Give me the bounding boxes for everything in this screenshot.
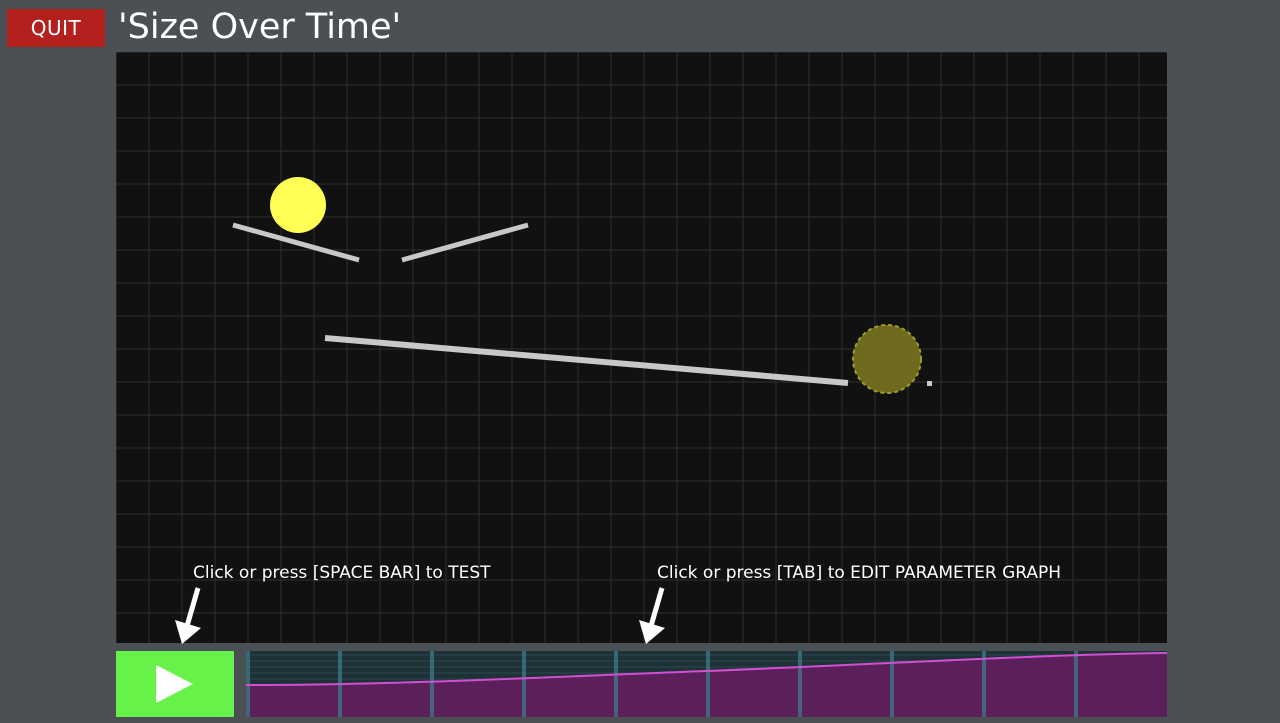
playfield[interactable] (116, 52, 1167, 643)
platform-long-slope (324, 335, 849, 386)
parameter-graph[interactable] (246, 651, 1167, 717)
arrow-down-icon (639, 587, 665, 644)
player-ball (270, 177, 326, 233)
quit-button[interactable]: QUIT (7, 9, 105, 47)
arrow-down-icon (175, 587, 201, 644)
play-icon (156, 665, 193, 703)
level-title: 'Size Over Time' (118, 7, 402, 47)
parameter-graph-canvas (246, 651, 1167, 717)
playfield-canvas (116, 52, 1167, 643)
grid-lines (116, 52, 1167, 643)
play-button[interactable] (116, 651, 234, 717)
platform-right-ramp (401, 222, 529, 263)
game-screen: QUIT 'Size Over Time' Click or press [SP… (0, 0, 1280, 723)
goal-ghost-ball (852, 324, 922, 394)
hint-test: Click or press [SPACE BAR] to TEST (193, 563, 491, 583)
hint-edit-graph: Click or press [TAB] to EDIT PARAMETER G… (657, 563, 1062, 583)
platform-small-block (927, 381, 932, 386)
